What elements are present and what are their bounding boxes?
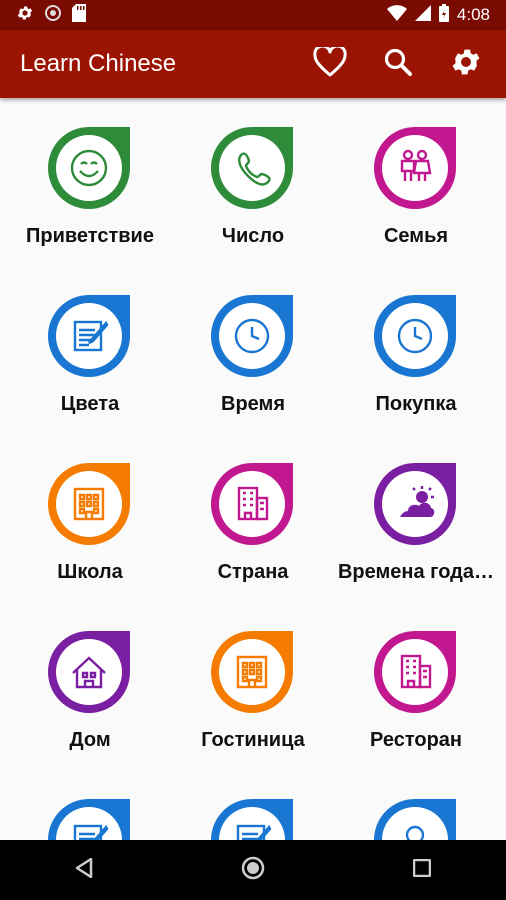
- heart-icon: [313, 44, 347, 82]
- category-tile[interactable]: Школа: [6, 434, 174, 602]
- app-bar: Learn Chinese: [0, 30, 506, 98]
- office-building-icon: [372, 629, 458, 715]
- category-label: Цвета: [60, 393, 120, 415]
- navigation-bar: [0, 840, 506, 900]
- notepad-icon: [209, 797, 295, 840]
- category-tile[interactable]: Гостиница: [169, 602, 337, 770]
- building-icon: [46, 461, 132, 547]
- back-button[interactable]: [54, 840, 114, 900]
- category-tile[interactable]: [332, 770, 500, 840]
- category-label: Гостиница: [201, 729, 305, 751]
- settings-icon: [16, 4, 34, 27]
- clock-icon: [209, 293, 295, 379]
- office-building-icon: [209, 461, 295, 547]
- category-tile[interactable]: Приветствие: [6, 98, 174, 266]
- search-icon: [383, 47, 413, 82]
- category-tile[interactable]: Страна: [169, 434, 337, 602]
- category-label: Школа: [57, 561, 123, 583]
- category-label: Приветствие: [26, 225, 154, 247]
- category-tile[interactable]: [6, 770, 174, 840]
- category-label: Время: [221, 393, 285, 415]
- house-icon: [46, 629, 132, 715]
- app-title: Learn Chinese: [20, 50, 177, 77]
- status-time: 4:08: [456, 5, 490, 24]
- favorites-button[interactable]: [306, 40, 354, 88]
- category-tile[interactable]: Число: [169, 98, 337, 266]
- recents-button[interactable]: [392, 840, 452, 900]
- category-label: Ресторан: [370, 729, 462, 751]
- recents-icon: [412, 858, 431, 882]
- category-tile[interactable]: Покупка: [332, 266, 500, 434]
- settings-button[interactable]: [442, 40, 490, 88]
- category-label: Дом: [69, 729, 111, 751]
- category-label: Семья: [383, 225, 449, 247]
- home-icon: [241, 856, 265, 885]
- building-icon: [209, 629, 295, 715]
- category-label: Число: [221, 225, 285, 247]
- category-label: Времена года…: [337, 561, 495, 583]
- home-button[interactable]: [223, 840, 283, 900]
- category-label: Страна: [217, 561, 289, 583]
- category-tile[interactable]: Ресторан: [332, 602, 500, 770]
- category-tile[interactable]: Цвета: [6, 266, 174, 434]
- category-tile[interactable]: Семья: [332, 98, 500, 266]
- search-button[interactable]: [374, 40, 422, 88]
- clock-icon: [372, 293, 458, 379]
- phone-icon: [209, 125, 295, 211]
- category-label: Покупка: [375, 393, 457, 415]
- sd-card-icon: [72, 3, 86, 27]
- notepad-icon: [46, 797, 132, 840]
- category-tile[interactable]: [169, 770, 337, 840]
- gear-icon: [449, 45, 483, 84]
- battery-icon: [438, 3, 449, 27]
- weather-icon: [372, 461, 458, 547]
- circle-icon: [44, 4, 62, 27]
- signal-icon: [414, 4, 431, 26]
- category-tile[interactable]: Дом: [6, 602, 174, 770]
- status-bar: 4:08: [0, 0, 506, 30]
- back-icon: [75, 857, 93, 883]
- family-icon: [372, 125, 458, 211]
- wifi-icon: [386, 4, 407, 26]
- person-icon: [372, 797, 458, 840]
- category-tile[interactable]: Время: [169, 266, 337, 434]
- notepad-icon: [46, 293, 132, 379]
- category-grid[interactable]: Приветствие Число Семья Цвета Время Покупка Шк…: [0, 98, 506, 840]
- category-tile[interactable]: Времена года…: [332, 434, 500, 602]
- smile-icon: [46, 125, 132, 211]
